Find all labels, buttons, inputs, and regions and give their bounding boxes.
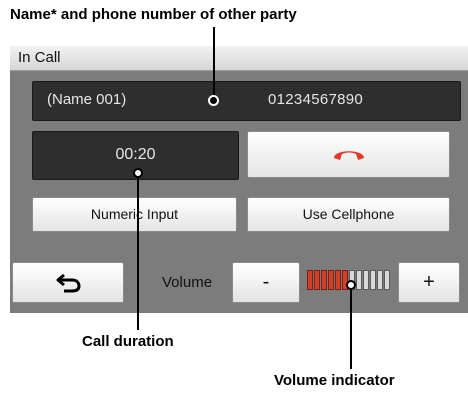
leader-dot-duration: [133, 168, 143, 178]
leader-dot-volume: [346, 280, 356, 290]
volume-up-button[interactable]: +: [398, 262, 460, 303]
volume-segment: [363, 270, 369, 290]
back-button[interactable]: [12, 262, 124, 303]
volume-segment: [328, 270, 334, 290]
in-call-screen: In Call (Name 001) 01234567890 00:20 Num…: [10, 46, 468, 313]
volume-segment: [356, 270, 362, 290]
callout-call-duration: Call duration: [82, 333, 174, 350]
numeric-input-button[interactable]: Numeric Input: [32, 197, 237, 232]
leader-dot-top: [208, 95, 219, 106]
party-name: (Name 001): [47, 91, 127, 108]
title-bar: In Call: [10, 46, 468, 71]
leader-line-volume: [350, 287, 352, 369]
volume-segment: [370, 270, 376, 290]
volume-segment: [335, 270, 341, 290]
leader-line-top: [213, 27, 215, 99]
call-duration: 00:20: [115, 146, 156, 163]
volume-segment: [384, 270, 390, 290]
callout-party-info: Name* and phone number of other party: [10, 6, 297, 23]
callout-volume-indicator: Volume indicator: [274, 372, 395, 389]
volume-segment: [377, 270, 383, 290]
end-call-button[interactable]: [247, 131, 450, 178]
screen-title: In Call: [18, 49, 61, 66]
volume-segment: [314, 270, 320, 290]
use-cellphone-button[interactable]: Use Cellphone: [247, 197, 450, 232]
end-call-icon: [334, 151, 364, 160]
party-info-panel: (Name 001) 01234567890: [32, 81, 461, 121]
party-number: 01234567890: [268, 91, 364, 108]
volume-down-button[interactable]: -: [232, 262, 300, 303]
volume-segment: [321, 270, 327, 290]
back-arrow-icon: [56, 273, 81, 293]
volume-label: Volume: [162, 274, 213, 291]
volume-segment: [307, 270, 313, 290]
leader-line-duration: [137, 172, 139, 330]
